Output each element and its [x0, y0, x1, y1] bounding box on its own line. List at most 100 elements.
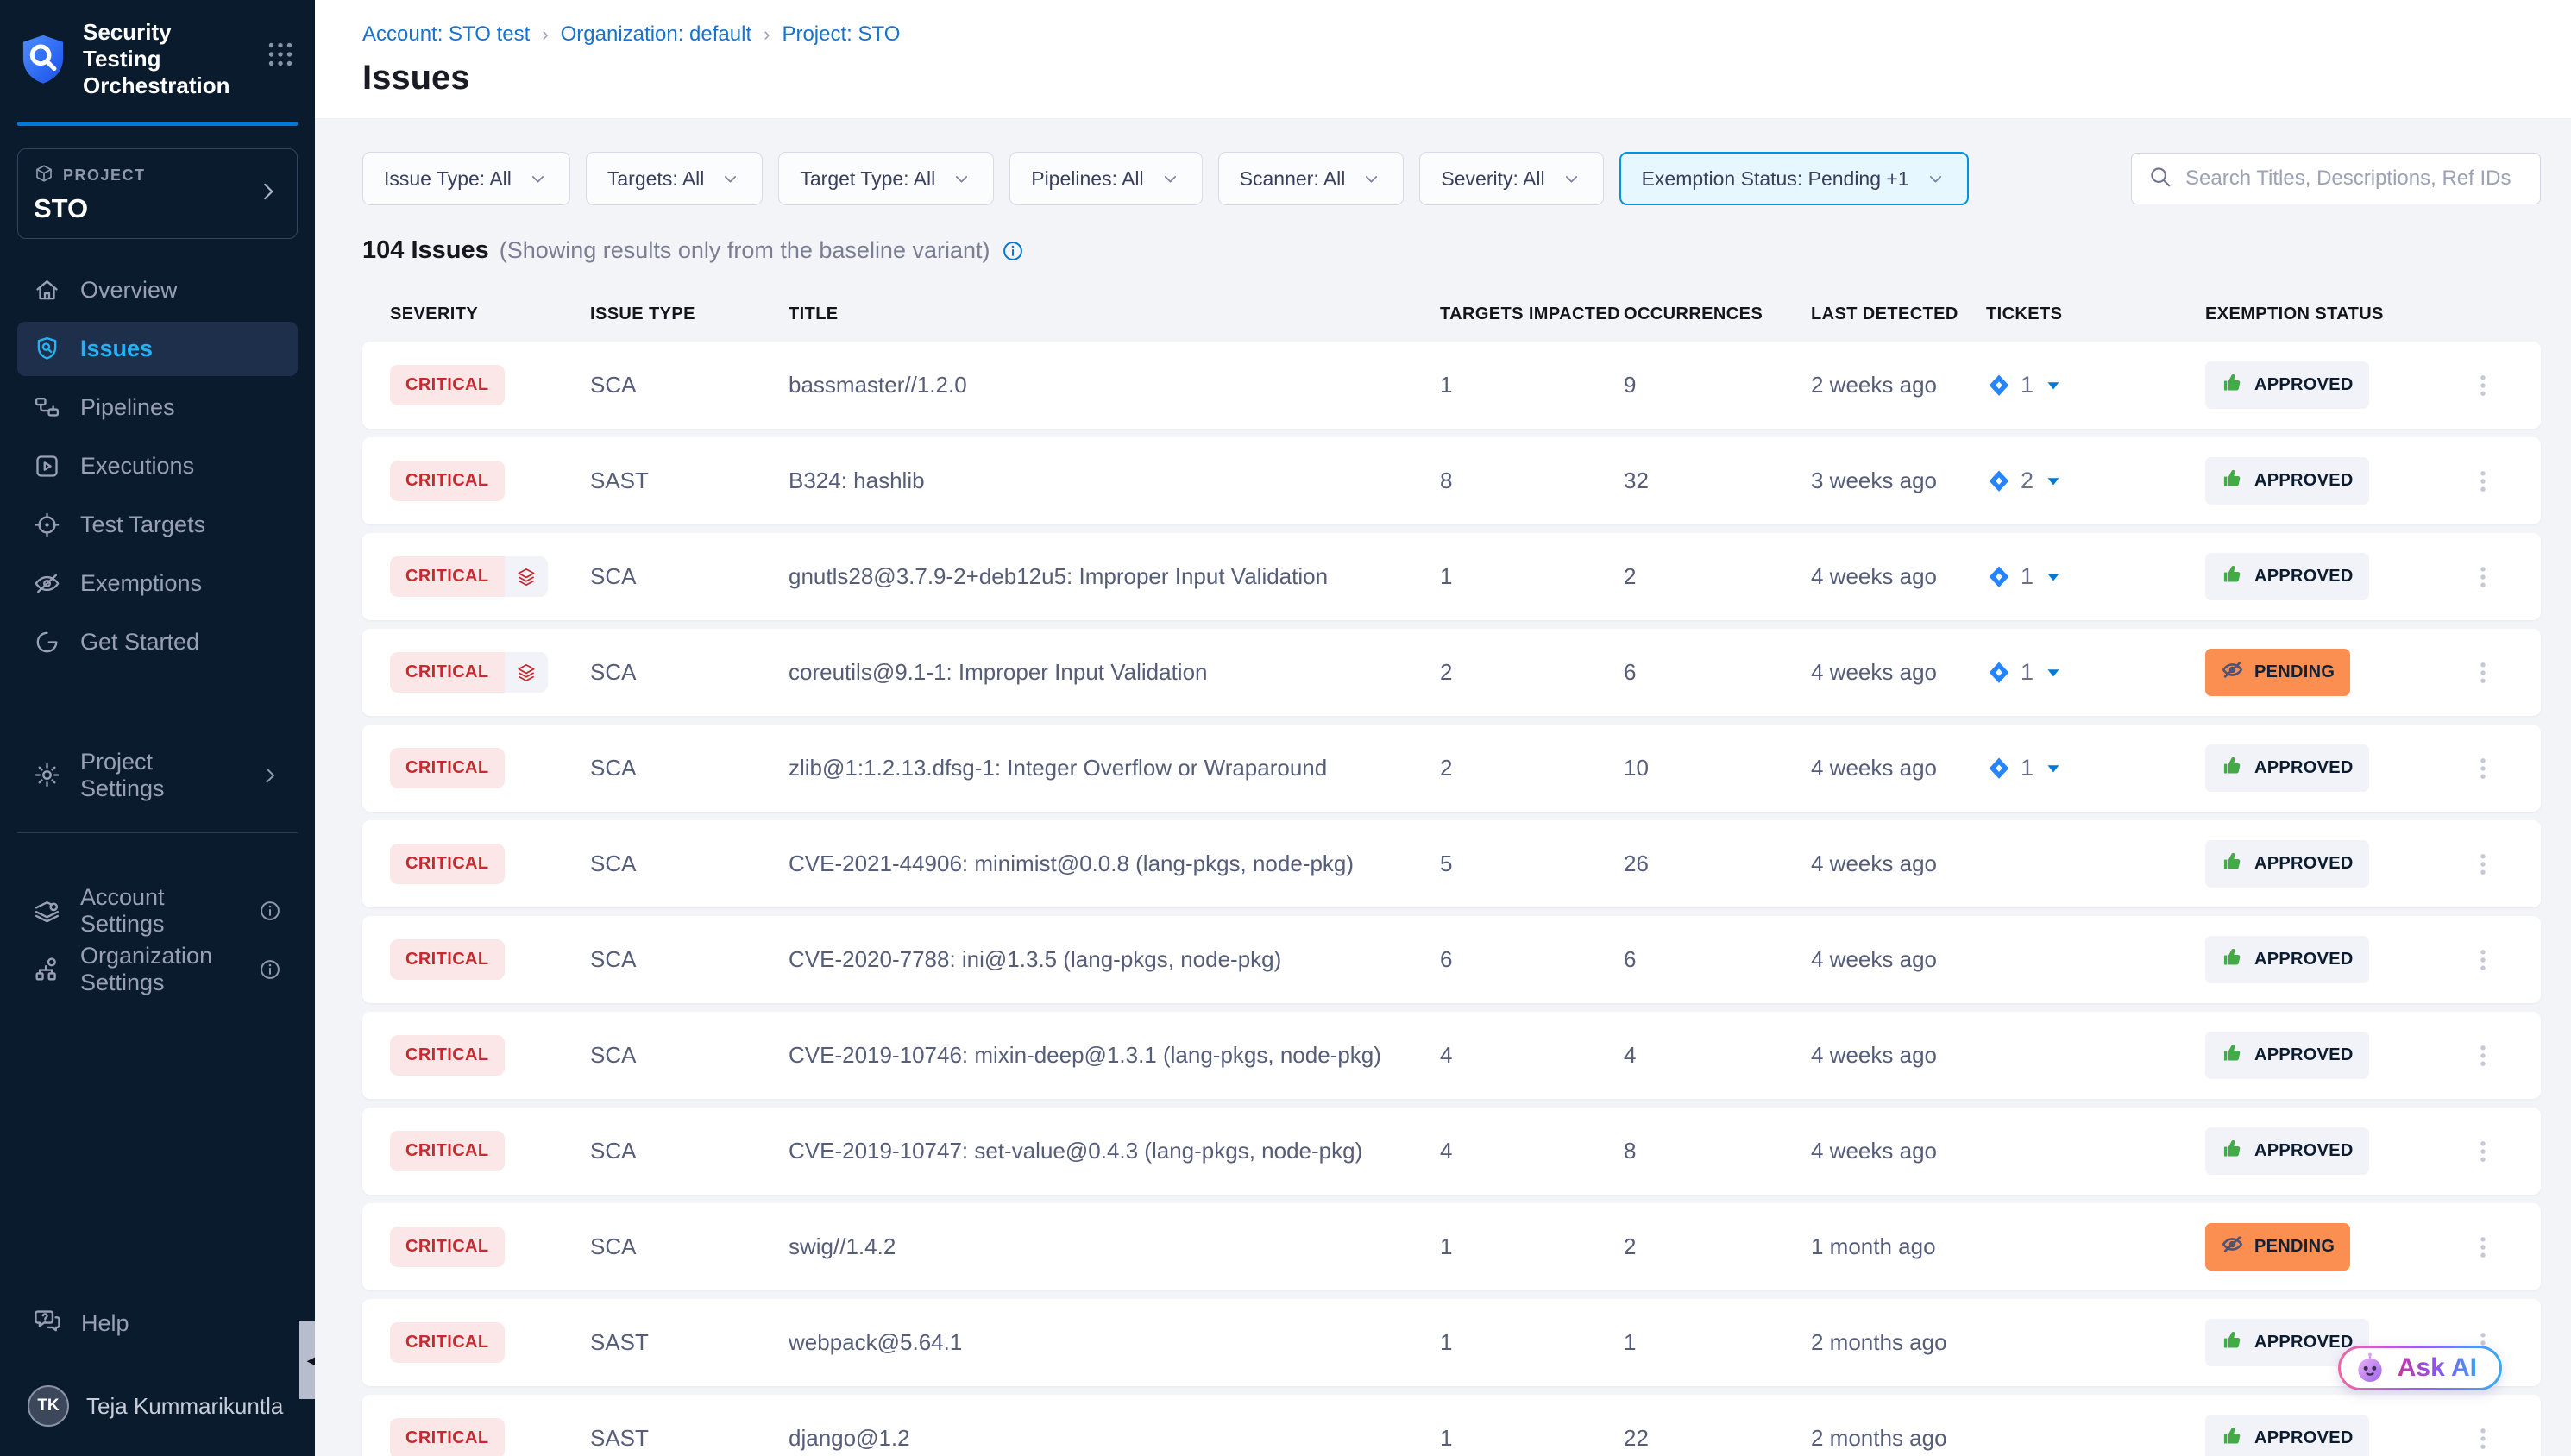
table-row[interactable]: CRITICAL SCA CVE-2019-10746: mixin-deep@…	[362, 1012, 2541, 1099]
sidebar-nav-settings: Account Settings Organization Settings	[0, 883, 315, 1001]
table-row[interactable]: CRITICAL SCA zlib@1:1.2.13.dfsg-1: Integ…	[362, 725, 2541, 812]
kebab-icon[interactable]	[2468, 1424, 2517, 1453]
kebab-icon[interactable]	[2468, 1041, 2517, 1070]
table-row[interactable]: CRITICAL SAST webpack@5.64.1 1 1 2 month…	[362, 1299, 2541, 1386]
filter-chip[interactable]: Target Type: All	[778, 152, 994, 205]
target-icon	[33, 511, 61, 539]
table-row[interactable]: CRITICAL SAST B324: hashlib 8 32 3 weeks…	[362, 437, 2541, 524]
filter-chip[interactable]: Severity: All	[1419, 152, 1603, 205]
tickets-cell[interactable]: 1	[1986, 755, 2205, 781]
severity-badge: CRITICAL	[390, 844, 505, 884]
project-label: PROJECT	[63, 166, 146, 185]
table-row[interactable]: CRITICAL SAST django@1.2 1 22 2 months a…	[362, 1395, 2541, 1456]
sidebar-item-exemptions[interactable]: Exemptions	[17, 556, 298, 611]
sidebar-item-executions[interactable]: Executions	[17, 439, 298, 493]
help-button[interactable]: Help	[17, 1296, 298, 1351]
filter-chip[interactable]: Exemption Status: Pending +1	[1619, 152, 1969, 205]
sidebar-item-account-settings[interactable]: Account Settings	[17, 883, 298, 938]
sidebar-bottom: Help TK Teja Kummarikuntla	[0, 1296, 315, 1456]
layers-red-icon	[505, 652, 548, 693]
chevron-down-icon	[1160, 168, 1181, 190]
user-profile[interactable]: TK Teja Kummarikuntla	[17, 1385, 298, 1427]
caret-down-icon[interactable]	[2042, 470, 2065, 493]
column-header: TARGETS IMPACTED	[1440, 304, 1624, 324]
user-name: Teja Kummarikuntla	[86, 1393, 283, 1420]
table-row[interactable]: CRITICAL SCA CVE-2019-10747: set-value@0…	[362, 1108, 2541, 1195]
occurrences-cell: 2	[1624, 1233, 1811, 1260]
table-row[interactable]: CRITICAL SCA CVE-2021-44906: minimist@0.…	[362, 820, 2541, 907]
table-row[interactable]: CRITICAL SCA bassmaster//1.2.0 1 9 2 wee…	[362, 342, 2541, 429]
filter-chip[interactable]: Targets: All	[586, 152, 764, 205]
kebab-icon[interactable]	[2468, 1137, 2517, 1166]
caret-down-icon[interactable]	[2042, 374, 2065, 397]
sidebar-item-project-settings[interactable]: Project Settings	[17, 748, 298, 802]
kebab-icon[interactable]	[2468, 945, 2517, 975]
targets-impacted-cell: 2	[1440, 659, 1624, 686]
caret-down-icon[interactable]	[2042, 662, 2065, 684]
ask-ai-button[interactable]: Ask AI	[2338, 1346, 2502, 1390]
filter-chip[interactable]: Issue Type: All	[362, 152, 570, 205]
sidebar-item-organization-settings[interactable]: Organization Settings	[17, 942, 298, 996]
tickets-cell[interactable]: 2	[1986, 468, 2205, 494]
project-name: STO	[34, 193, 255, 224]
jira-icon	[1986, 373, 2012, 399]
table-row[interactable]: CRITICAL SCA coreutils@9.1-1: Improper I…	[362, 629, 2541, 716]
table-row[interactable]: CRITICAL SCA CVE-2020-7788: ini@1.3.5 (l…	[362, 916, 2541, 1003]
issue-type-cell: SCA	[590, 659, 789, 686]
breadcrumb-item[interactable]: Account: STO test	[362, 22, 530, 47]
exemption-status-badge: APPROVED	[2205, 840, 2369, 888]
kebab-icon[interactable]	[2468, 754, 2517, 783]
column-header: SEVERITY	[390, 304, 590, 324]
thumb-up-icon	[2221, 562, 2244, 591]
kebab-icon[interactable]	[2468, 371, 2517, 400]
tickets-cell[interactable]: 1	[1986, 372, 2205, 399]
sidebar-item-issues[interactable]: Issues	[17, 322, 298, 376]
sidebar-item-get-started[interactable]: Get Started	[17, 615, 298, 669]
issue-title: django@1.2	[789, 1425, 1440, 1452]
tickets-cell[interactable]: 1	[1986, 659, 2205, 686]
filter-chip[interactable]: Scanner: All	[1218, 152, 1405, 205]
occurrences-cell: 6	[1624, 946, 1811, 973]
jira-icon	[1986, 660, 2012, 686]
filter-chips: Issue Type: All Targets: All Target Type…	[362, 152, 1969, 205]
last-detected-cell: 2 months ago	[1811, 1329, 1986, 1356]
search-box[interactable]	[2131, 153, 2541, 204]
kebab-icon[interactable]	[2468, 658, 2517, 687]
issue-type-cell: SAST	[590, 1329, 789, 1356]
kebab-icon[interactable]	[2468, 1233, 2517, 1262]
table-row[interactable]: CRITICAL SCA gnutls28@3.7.9-2+deb12u5: I…	[362, 533, 2541, 620]
info-icon[interactable]	[1001, 239, 1025, 263]
kebab-icon[interactable]	[2468, 467, 2517, 496]
module-grid-icon[interactable]	[265, 39, 296, 74]
search-input[interactable]	[2185, 166, 2524, 191]
thumb-up-icon	[2221, 1137, 2244, 1165]
chevron-down-icon	[720, 168, 741, 190]
info-icon[interactable]	[258, 899, 282, 923]
filter-chip[interactable]: Pipelines: All	[1009, 152, 1202, 205]
issue-title: zlib@1:1.2.13.dfsg-1: Integer Overflow o…	[789, 755, 1440, 781]
sidebar-item-overview[interactable]: Overview	[17, 263, 298, 317]
severity-badge: CRITICAL	[390, 939, 505, 980]
sidebar-item-test-targets[interactable]: Test Targets	[17, 498, 298, 552]
info-icon[interactable]	[258, 957, 282, 982]
table-header-row: SEVERITYISSUE TYPETITLETARGETS IMPACTEDO…	[362, 304, 2541, 324]
breadcrumb-item[interactable]: Organization: default	[561, 22, 751, 47]
last-detected-cell: 2 months ago	[1811, 1425, 1986, 1452]
project-selector[interactable]: PROJECT STO	[17, 148, 298, 239]
jira-icon	[1986, 756, 2012, 781]
issue-type-cell: SCA	[590, 755, 789, 781]
kebab-icon[interactable]	[2468, 850, 2517, 879]
sidebar-item-pipelines[interactable]: Pipelines	[17, 380, 298, 435]
breadcrumb: Account: STO test›Organization: default›…	[362, 22, 2571, 47]
caret-down-icon[interactable]	[2042, 757, 2065, 780]
caret-down-icon[interactable]	[2042, 566, 2065, 588]
chevron-right-icon	[255, 179, 281, 209]
table-row[interactable]: CRITICAL SCA swig//1.4.2 1 2 1 month ago…	[362, 1203, 2541, 1290]
targets-impacted-cell: 1	[1440, 563, 1624, 590]
issue-type-cell: SCA	[590, 1233, 789, 1260]
tickets-cell[interactable]: 1	[1986, 563, 2205, 590]
breadcrumb-item[interactable]: Project: STO	[782, 22, 900, 47]
last-detected-cell: 4 weeks ago	[1811, 563, 1986, 590]
breadcrumb-separator: ›	[764, 23, 770, 46]
kebab-icon[interactable]	[2468, 562, 2517, 592]
